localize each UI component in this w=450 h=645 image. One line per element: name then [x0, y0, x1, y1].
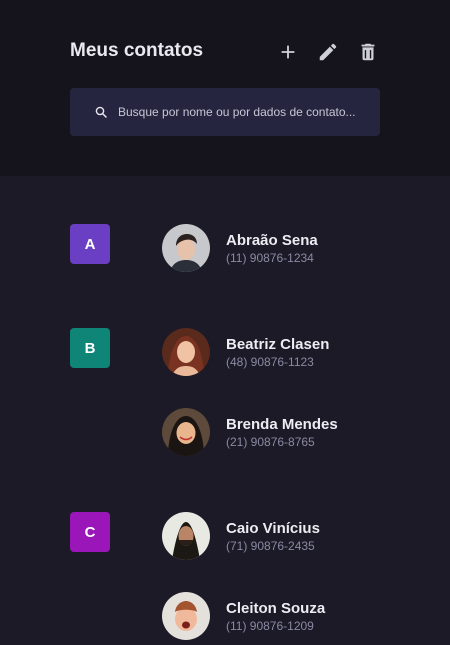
avatar [162, 224, 210, 272]
add-icon [281, 45, 295, 59]
contact-item[interactable]: Cleiton Souza (11) 90876-1209 [162, 592, 382, 640]
search-icon [95, 106, 107, 118]
contact-name: Abraão Sena [226, 232, 318, 249]
page-title: Meus contatos [70, 40, 204, 61]
group-letter-c: C [70, 512, 110, 552]
delete-icon [361, 43, 375, 61]
group-letter-a: A [70, 224, 110, 264]
avatar [162, 408, 210, 456]
contact-phone: (11) 90876-1234 [226, 251, 314, 265]
avatar [162, 592, 210, 640]
contact-name: Brenda Mendes [226, 416, 338, 433]
contact-name: Beatriz Clasen [226, 336, 330, 353]
contact-item[interactable]: Abraão Sena (11) 90876-1234 [162, 224, 382, 272]
contact-name: Caio Vinícius [226, 520, 320, 537]
contact-phone: (48) 90876-1123 [226, 355, 314, 369]
contact-name: Cleiton Souza [226, 600, 326, 617]
contact-phone: (21) 90876-8765 [226, 435, 315, 449]
group-letter-b: B [70, 328, 110, 368]
group-letter-label: B [84, 339, 96, 357]
contact-item[interactable]: Caio Vinícius (71) 90876-2435 [162, 512, 382, 560]
add-contact-button[interactable] [276, 40, 300, 64]
delete-contact-button[interactable] [356, 40, 380, 64]
search-bar [70, 88, 380, 136]
avatar [162, 328, 210, 376]
avatar [162, 512, 210, 560]
contact-item[interactable]: Beatriz Clasen (48) 90876-1123 [162, 328, 382, 376]
header: Meus contatos [0, 0, 450, 176]
edit-contact-button[interactable] [316, 40, 340, 64]
search-input[interactable] [118, 88, 370, 136]
contact-phone: (71) 90876-2435 [226, 539, 315, 553]
edit-icon [319, 43, 337, 61]
group-letter-label: A [84, 235, 96, 253]
contact-item[interactable]: Brenda Mendes (21) 90876-8765 [162, 408, 382, 456]
contact-phone: (11) 90876-1209 [226, 619, 314, 633]
group-letter-label: C [84, 523, 96, 541]
